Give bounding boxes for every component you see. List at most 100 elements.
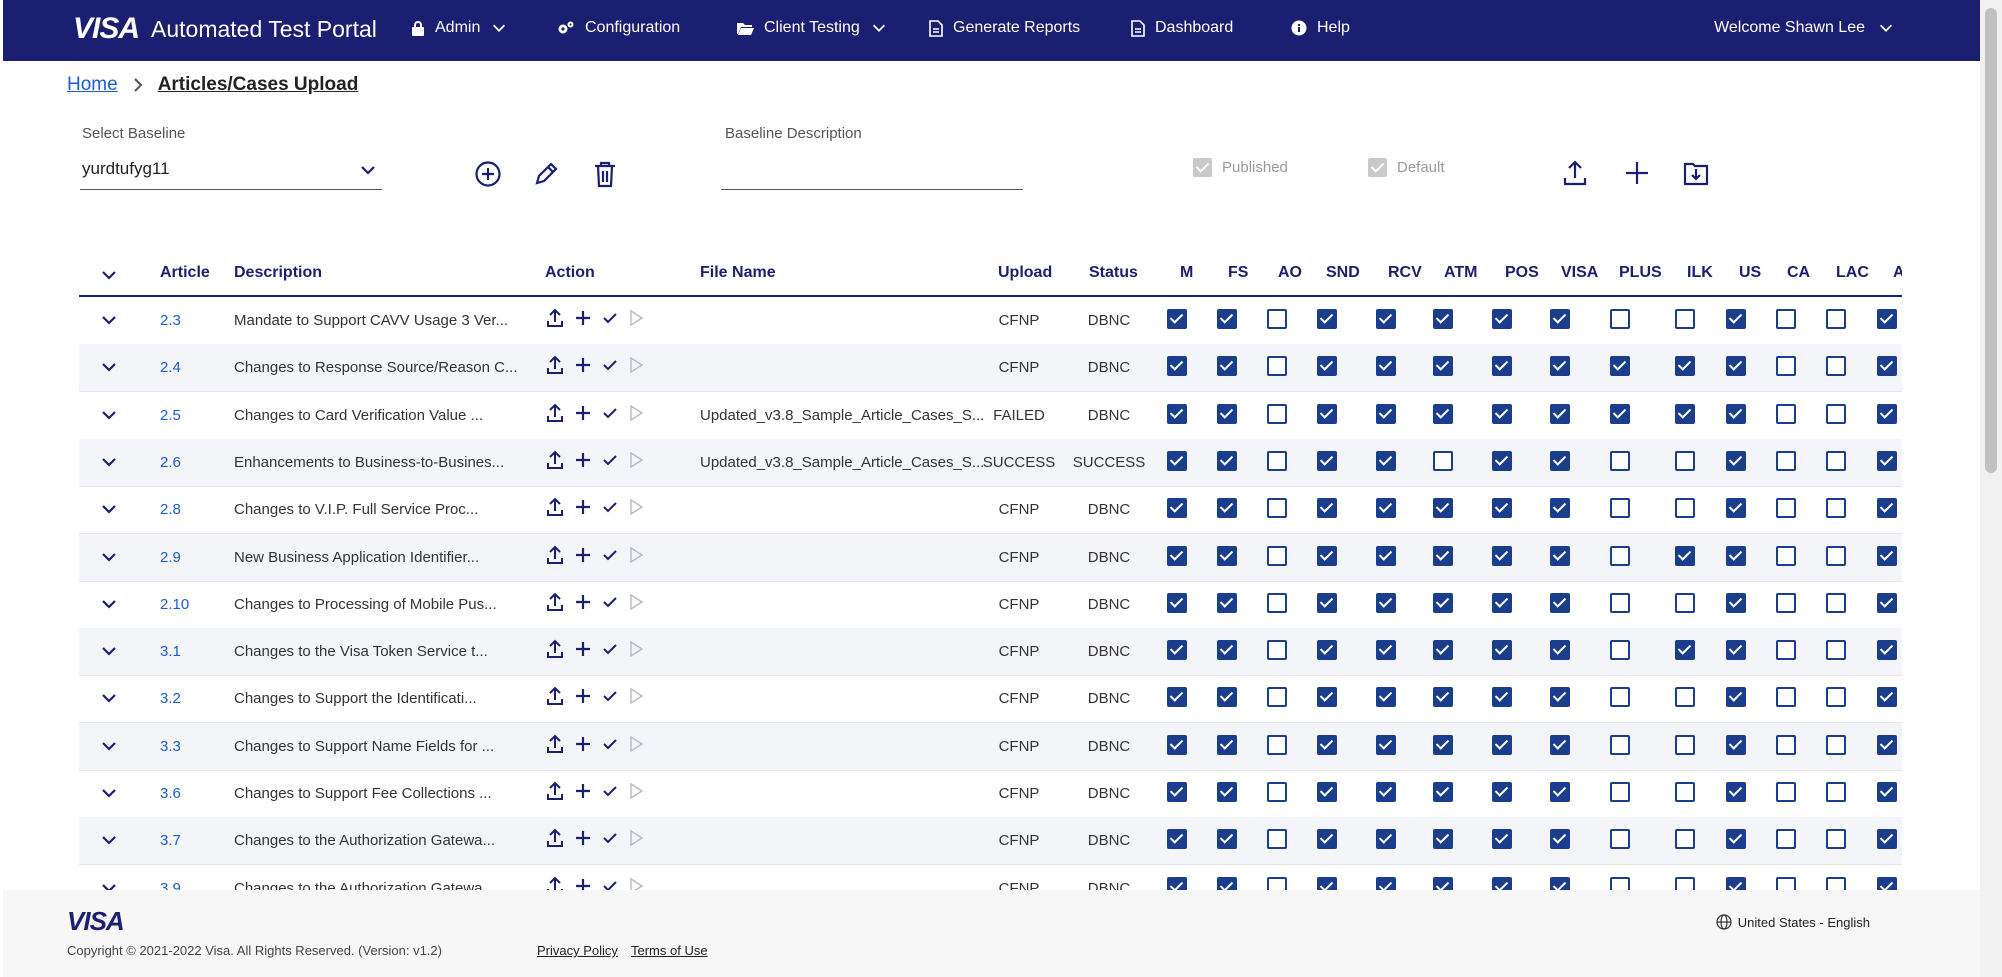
nav-client-testing[interactable]: Client Testing (736, 19, 888, 37)
play-icon[interactable] (628, 877, 644, 890)
flag-checkbox-lac[interactable] (1826, 403, 1846, 424)
flag-checkbox-a[interactable] (1877, 782, 1897, 802)
flag-checkbox-ilk[interactable] (1675, 829, 1695, 850)
flag-checkbox-snd[interactable] (1317, 876, 1337, 890)
flag-checkbox-ilk[interactable] (1675, 309, 1695, 329)
plus-icon[interactable] (574, 640, 592, 658)
plus-icon[interactable] (574, 356, 592, 374)
flag-checkbox-ca[interactable] (1776, 876, 1796, 890)
flag-checkbox-ca[interactable] (1776, 450, 1796, 471)
expand-row-chevron-icon[interactable] (99, 641, 119, 661)
flag-checkbox-lac[interactable] (1826, 356, 1846, 377)
flag-checkbox-visa[interactable] (1550, 876, 1570, 890)
flag-checkbox-visa[interactable] (1550, 592, 1570, 613)
flag-checkbox-m[interactable] (1167, 876, 1187, 890)
flag-checkbox-plus[interactable] (1610, 640, 1630, 661)
plus-icon[interactable] (574, 877, 592, 890)
flag-checkbox-us[interactable] (1726, 640, 1746, 661)
article-link[interactable]: 2.10 (160, 596, 189, 613)
nav-dashboard[interactable]: Dashboard (1131, 19, 1233, 37)
scrollbar-thumb[interactable] (1985, 8, 1997, 473)
flag-checkbox-rcv[interactable] (1376, 734, 1396, 755)
flag-checkbox-ao[interactable] (1267, 498, 1287, 519)
plus-icon[interactable] (574, 735, 592, 753)
flag-checkbox-ilk[interactable] (1675, 356, 1695, 377)
flag-checkbox-fs[interactable] (1217, 592, 1237, 613)
expand-row-chevron-icon[interactable] (99, 452, 119, 472)
baseline-description-input[interactable] (721, 156, 1023, 190)
checkmark-icon[interactable] (602, 452, 618, 468)
flag-checkbox-pos[interactable] (1492, 498, 1512, 519)
checkmark-icon[interactable] (602, 688, 618, 704)
checkmark-icon[interactable] (602, 783, 618, 799)
flag-checkbox-lac[interactable] (1826, 687, 1846, 708)
flag-checkbox-rcv[interactable] (1376, 403, 1396, 424)
flag-checkbox-fs[interactable] (1217, 640, 1237, 661)
flag-checkbox-visa[interactable] (1550, 734, 1570, 755)
flag-checkbox-m[interactable] (1167, 356, 1187, 377)
flag-checkbox-a[interactable] (1877, 545, 1897, 566)
flag-checkbox-ilk[interactable] (1675, 640, 1695, 661)
flag-checkbox-ca[interactable] (1776, 545, 1796, 566)
flag-checkbox-rcv[interactable] (1376, 640, 1396, 661)
flag-checkbox-a[interactable] (1877, 829, 1897, 850)
flag-checkbox-rcv[interactable] (1376, 309, 1396, 329)
expand-row-chevron-icon[interactable] (99, 594, 119, 614)
flag-checkbox-ca[interactable] (1776, 687, 1796, 708)
flag-checkbox-ilk[interactable] (1675, 545, 1695, 566)
flag-checkbox-visa[interactable] (1550, 356, 1570, 377)
flag-checkbox-visa[interactable] (1550, 498, 1570, 519)
plus-icon[interactable] (574, 498, 592, 516)
baseline-select[interactable]: yurdtufyg11 (80, 156, 382, 190)
nav-admin[interactable]: Admin (411, 19, 508, 37)
article-link[interactable]: 2.9 (160, 549, 181, 566)
flag-checkbox-visa[interactable] (1550, 450, 1570, 471)
flag-checkbox-a[interactable] (1877, 356, 1897, 377)
expand-row-chevron-icon[interactable] (99, 357, 119, 377)
flag-checkbox-ca[interactable] (1776, 498, 1796, 519)
flag-checkbox-plus[interactable] (1610, 545, 1630, 566)
checkmark-icon[interactable] (602, 641, 618, 657)
flag-checkbox-lac[interactable] (1826, 782, 1846, 802)
flag-checkbox-atm[interactable] (1433, 876, 1453, 890)
flag-checkbox-ca[interactable] (1776, 734, 1796, 755)
flag-checkbox-plus[interactable] (1610, 309, 1630, 329)
article-link[interactable]: 2.3 (160, 312, 181, 329)
flag-checkbox-lac[interactable] (1826, 309, 1846, 329)
upload-icon[interactable] (546, 497, 564, 517)
flag-checkbox-us[interactable] (1726, 829, 1746, 850)
flag-checkbox-ao[interactable] (1267, 450, 1287, 471)
article-link[interactable]: 2.5 (160, 407, 181, 424)
flag-checkbox-m[interactable] (1167, 687, 1187, 708)
flag-checkbox-pos[interactable] (1492, 782, 1512, 802)
flag-checkbox-atm[interactable] (1433, 687, 1453, 708)
flag-checkbox-m[interactable] (1167, 498, 1187, 519)
edit-baseline-button[interactable] (532, 160, 560, 193)
flag-checkbox-plus[interactable] (1610, 498, 1630, 519)
flag-checkbox-plus[interactable] (1610, 592, 1630, 613)
add-baseline-button[interactable] (474, 160, 502, 193)
flag-checkbox-rcv[interactable] (1376, 829, 1396, 850)
flag-checkbox-rcv[interactable] (1376, 545, 1396, 566)
flag-checkbox-plus[interactable] (1610, 450, 1630, 471)
article-link[interactable]: 3.1 (160, 643, 181, 660)
upload-icon[interactable] (546, 308, 564, 328)
plus-icon[interactable] (574, 451, 592, 469)
upload-icon[interactable] (546, 450, 564, 470)
play-icon[interactable] (628, 687, 644, 705)
flag-checkbox-atm[interactable] (1433, 403, 1453, 424)
upload-icon[interactable] (546, 734, 564, 754)
flag-checkbox-m[interactable] (1167, 829, 1187, 850)
nav-help[interactable]: Help (1291, 19, 1350, 37)
checkmark-icon[interactable] (602, 547, 618, 563)
flag-checkbox-visa[interactable] (1550, 829, 1570, 850)
expand-row-chevron-icon[interactable] (99, 736, 119, 756)
flag-checkbox-visa[interactable] (1550, 309, 1570, 329)
flag-checkbox-plus[interactable] (1610, 687, 1630, 708)
article-link[interactable]: 3.7 (160, 832, 181, 849)
checkmark-icon[interactable] (602, 405, 618, 421)
plus-icon[interactable] (574, 782, 592, 800)
flag-checkbox-us[interactable] (1726, 876, 1746, 890)
terms-of-use-link[interactable]: Terms of Use (631, 943, 708, 958)
flag-checkbox-rcv[interactable] (1376, 782, 1396, 802)
